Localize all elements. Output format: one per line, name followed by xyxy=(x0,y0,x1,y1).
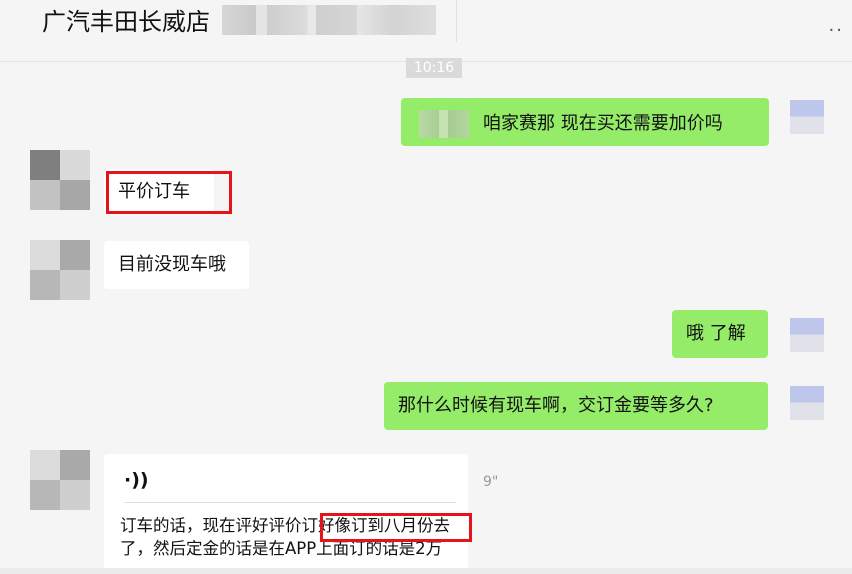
message-bubble-right[interactable]: 那什么时候有现车啊，交订金要等多久? xyxy=(384,382,768,430)
contact-avatar[interactable] xyxy=(30,150,90,210)
voice-divider xyxy=(124,502,456,503)
chat-header: 广汽丰田长威店 ·· xyxy=(0,0,852,62)
message-bubble-right[interactable]: 哦 了解 xyxy=(672,310,768,358)
self-avatar[interactable] xyxy=(790,386,824,420)
message-bubble-left[interactable]: 目前没现车哦 xyxy=(104,241,249,289)
contact-avatar[interactable] xyxy=(30,240,90,300)
highlight-box xyxy=(106,171,232,214)
redacted-text-region xyxy=(419,110,469,138)
self-avatar[interactable] xyxy=(790,318,824,352)
chat-title: 广汽丰田长威店 xyxy=(42,8,210,36)
bottom-divider xyxy=(0,568,852,574)
message-bubble-right[interactable]: 咱家赛那 现在买还需要加价吗 xyxy=(401,98,769,146)
message-text: 哦 了解 xyxy=(686,323,746,344)
contact-avatar[interactable] xyxy=(30,450,90,510)
message-text: 那什么时候有现车啊，交订金要等多久? xyxy=(398,395,714,416)
more-dots-icon[interactable]: ·· xyxy=(829,22,844,40)
highlight-box xyxy=(320,513,472,542)
redacted-title-region xyxy=(222,5,436,35)
message-timestamp: 10:16 xyxy=(406,58,462,78)
voice-duration: 9" xyxy=(483,474,499,490)
message-text: 咱家赛那 现在买还需要加价吗 xyxy=(483,113,723,134)
header-divider xyxy=(456,0,457,42)
message-text: 目前没现车哦 xyxy=(118,254,226,275)
voice-wave-icon[interactable]: ·)) xyxy=(124,468,149,492)
self-avatar[interactable] xyxy=(790,100,824,134)
